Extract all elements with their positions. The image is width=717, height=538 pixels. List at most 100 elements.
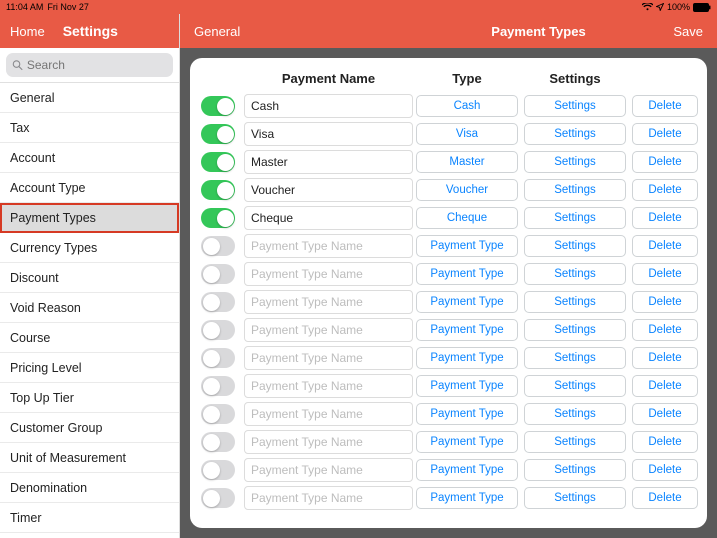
table-row: Master Settings Delete [196,148,701,176]
type-button[interactable]: Cash [416,95,518,117]
home-button[interactable]: Home [10,24,45,39]
enable-toggle[interactable] [201,460,235,480]
payment-name-input[interactable] [244,346,413,370]
save-button[interactable]: Save [673,24,703,39]
sidebar-item[interactable]: Timer [0,503,179,533]
payment-name-input[interactable] [244,374,413,398]
delete-button[interactable]: Delete [632,319,698,341]
delete-button[interactable]: Delete [632,151,698,173]
payment-name-input[interactable] [244,486,413,510]
enable-toggle[interactable] [201,124,235,144]
table-header: Payment Name Type Settings [196,64,701,92]
enable-toggle[interactable] [201,264,235,284]
delete-button[interactable]: Delete [632,235,698,257]
settings-button[interactable]: Settings [524,375,626,397]
sidebar-item[interactable]: Tax [0,113,179,143]
type-button[interactable]: Payment Type [416,487,518,509]
type-button[interactable]: Voucher [416,179,518,201]
payment-name-input[interactable] [244,206,413,230]
sidebar-item[interactable]: Pricing Level [0,353,179,383]
status-right: 100% [642,2,711,12]
settings-button[interactable]: Settings [524,291,626,313]
sidebar-item[interactable]: Payment Types [0,203,179,233]
sidebar-item[interactable]: Course [0,323,179,353]
payment-name-input[interactable] [244,234,413,258]
enable-toggle[interactable] [201,180,235,200]
sidebar-item[interactable]: Account [0,143,179,173]
settings-button[interactable]: Settings [524,347,626,369]
delete-button[interactable]: Delete [632,403,698,425]
sidebar-item[interactable]: Discount [0,263,179,293]
payment-name-input[interactable] [244,262,413,286]
type-button[interactable]: Payment Type [416,375,518,397]
settings-button[interactable]: Settings [524,151,626,173]
type-button[interactable]: Cheque [416,207,518,229]
search-input[interactable] [27,58,167,72]
delete-button[interactable]: Delete [632,487,698,509]
delete-button[interactable]: Delete [632,263,698,285]
sidebar-item[interactable]: Top Up Tier [0,383,179,413]
enable-toggle[interactable] [201,320,235,340]
delete-button[interactable]: Delete [632,291,698,313]
enable-toggle[interactable] [201,432,235,452]
settings-button[interactable]: Settings [524,235,626,257]
type-button[interactable]: Visa [416,123,518,145]
payment-name-input[interactable] [244,178,413,202]
enable-toggle[interactable] [201,376,235,396]
payment-name-input[interactable] [244,458,413,482]
type-button[interactable]: Payment Type [416,403,518,425]
search-field[interactable] [6,53,173,77]
payment-name-input[interactable] [244,290,413,314]
type-button[interactable]: Payment Type [416,319,518,341]
status-bar: 11:04 AM Fri Nov 27 100% [0,0,717,14]
payment-name-input[interactable] [244,150,413,174]
delete-button[interactable]: Delete [632,207,698,229]
type-button[interactable]: Payment Type [416,235,518,257]
settings-button[interactable]: Settings [524,263,626,285]
enable-toggle[interactable] [201,152,235,172]
settings-button[interactable]: Settings [524,431,626,453]
enable-toggle[interactable] [201,292,235,312]
settings-button[interactable]: Settings [524,123,626,145]
settings-button[interactable]: Settings [524,207,626,229]
delete-button[interactable]: Delete [632,431,698,453]
enable-toggle[interactable] [201,404,235,424]
delete-button[interactable]: Delete [632,123,698,145]
sidebar-item[interactable]: General [0,83,179,113]
sidebar-item[interactable]: Void Reason [0,293,179,323]
settings-button[interactable]: Settings [524,95,626,117]
delete-button[interactable]: Delete [632,347,698,369]
sidebar-item[interactable]: Denomination [0,473,179,503]
settings-button[interactable]: Settings [524,487,626,509]
type-button[interactable]: Payment Type [416,459,518,481]
payment-name-input[interactable] [244,94,413,118]
type-button[interactable]: Payment Type [416,263,518,285]
type-button[interactable]: Payment Type [416,431,518,453]
payment-name-input[interactable] [244,122,413,146]
delete-button[interactable]: Delete [632,179,698,201]
sidebar-item[interactable]: Unit of Measurement [0,443,179,473]
type-button[interactable]: Payment Type [416,347,518,369]
enable-toggle[interactable] [201,348,235,368]
settings-button[interactable]: Settings [524,319,626,341]
enable-toggle[interactable] [201,236,235,256]
sidebar-item[interactable]: Customer Group [0,413,179,443]
settings-button[interactable]: Settings [524,179,626,201]
payment-name-input[interactable] [244,318,413,342]
enable-toggle[interactable] [201,488,235,508]
settings-button[interactable]: Settings [524,403,626,425]
delete-button[interactable]: Delete [632,95,698,117]
payment-name-input[interactable] [244,430,413,454]
type-button[interactable]: Master [416,151,518,173]
general-back-button[interactable]: General [194,24,240,39]
type-button[interactable]: Payment Type [416,291,518,313]
sidebar-item[interactable]: Account Type [0,173,179,203]
table-row: Payment Type Settings Delete [196,484,701,512]
enable-toggle[interactable] [201,96,235,116]
sidebar-item[interactable]: Currency Types [0,233,179,263]
delete-button[interactable]: Delete [632,459,698,481]
payment-name-input[interactable] [244,402,413,426]
enable-toggle[interactable] [201,208,235,228]
delete-button[interactable]: Delete [632,375,698,397]
settings-button[interactable]: Settings [524,459,626,481]
